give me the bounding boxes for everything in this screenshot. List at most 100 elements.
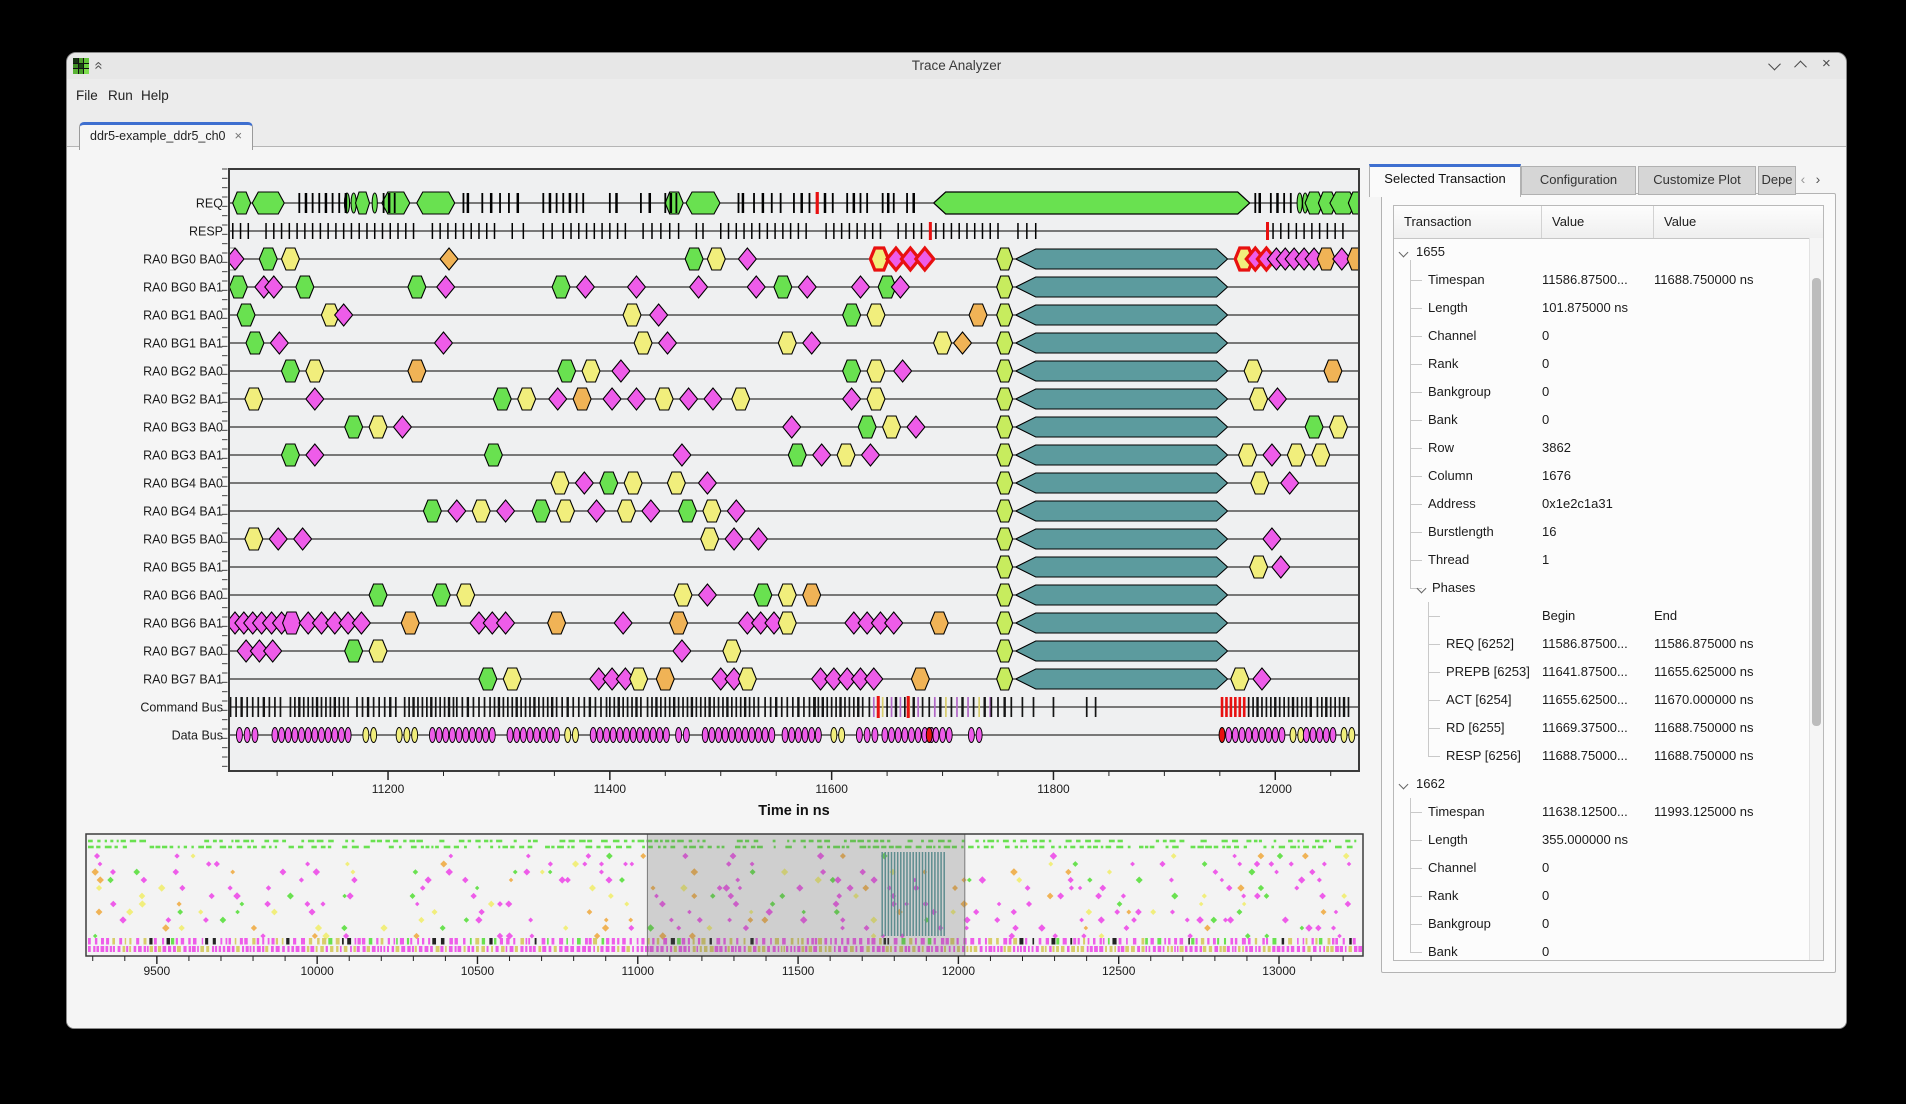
phase-shape[interactable] [245, 528, 263, 550]
bus-tick[interactable] [417, 697, 419, 717]
phase-shape[interactable] [867, 304, 885, 326]
phase-shape[interactable] [997, 332, 1013, 354]
bus-tick[interactable] [618, 697, 620, 717]
bus-tick[interactable] [826, 697, 828, 717]
minimize-button[interactable] [1770, 61, 1779, 70]
bus-tick[interactable] [635, 697, 637, 717]
phase-shape[interactable] [997, 556, 1013, 578]
bus-tick[interactable] [467, 697, 469, 717]
data-burst[interactable] [527, 728, 533, 743]
phase-shape[interactable] [843, 360, 861, 382]
bus-tick[interactable] [235, 697, 237, 717]
bus-tick[interactable] [718, 697, 720, 717]
data-burst[interactable] [1290, 728, 1296, 743]
tree-row[interactable]: Channel0 [1394, 322, 1810, 350]
phase-shape[interactable] [837, 444, 855, 466]
tab-scroll-left-icon[interactable]: ‹ [1796, 166, 1810, 193]
bus-tick[interactable] [551, 697, 553, 717]
bus-tick[interactable] [1086, 697, 1088, 717]
data-burst[interactable] [1246, 728, 1252, 743]
bus-tick[interactable] [498, 697, 500, 717]
menu-help[interactable]: Help [136, 86, 174, 106]
bus-tick[interactable] [1321, 697, 1323, 717]
bus-tick[interactable] [321, 697, 323, 717]
bus-tick[interactable] [913, 223, 915, 239]
transaction-arrow[interactable] [1016, 277, 1228, 297]
bus-tick[interactable] [973, 697, 975, 717]
bus-tick[interactable] [463, 223, 465, 239]
phase-shape[interactable] [667, 472, 685, 494]
overview-selection[interactable] [647, 834, 964, 956]
bus-tick[interactable] [265, 223, 267, 239]
data-burst[interactable] [1252, 728, 1258, 743]
bus-tick[interactable] [523, 223, 525, 239]
data-burst[interactable] [429, 728, 435, 743]
tree-row[interactable]: Channel0 [1394, 854, 1810, 882]
bus-tick[interactable] [649, 193, 652, 213]
data-burst[interactable] [1341, 728, 1347, 743]
bus-tick[interactable] [481, 193, 483, 213]
bus-tick[interactable] [609, 223, 611, 239]
data-burst[interactable] [590, 728, 596, 743]
data-burst[interactable] [1226, 728, 1232, 743]
bus-tick[interactable] [1288, 697, 1290, 717]
bus-tick[interactable] [455, 223, 457, 239]
bus-tick[interactable] [290, 697, 292, 717]
bus-tick[interactable] [798, 223, 800, 239]
bus-tick[interactable] [1297, 697, 1299, 717]
phase-shape[interactable] [1312, 444, 1330, 466]
bus-tick[interactable] [1317, 697, 1319, 717]
bus-tick[interactable] [486, 223, 488, 239]
data-burst[interactable] [716, 728, 722, 743]
tree-row[interactable]: Bankgroup0 [1394, 378, 1810, 406]
data-burst[interactable] [572, 728, 578, 743]
transaction-arrow[interactable] [1016, 669, 1228, 689]
bus-tick[interactable] [617, 223, 619, 239]
bus-tick[interactable] [274, 697, 276, 717]
phase-shape[interactable] [997, 248, 1013, 270]
data-burst[interactable] [735, 728, 741, 743]
bus-tick[interactable] [958, 223, 960, 239]
data-burst[interactable] [540, 728, 546, 743]
bus-tick[interactable] [304, 223, 306, 239]
bus-tick[interactable] [330, 697, 332, 717]
bus-tick[interactable] [832, 193, 834, 213]
phase-shape[interactable] [503, 668, 521, 690]
phase-shape[interactable] [382, 192, 410, 214]
bus-tick[interactable] [343, 223, 345, 239]
tree-row[interactable]: Bankgroup0 [1394, 910, 1810, 938]
phase-shape[interactable] [484, 444, 502, 466]
bus-tick[interactable] [263, 697, 265, 717]
bus-tick[interactable] [1266, 697, 1268, 717]
bus-tick[interactable] [422, 697, 424, 717]
bus-tick[interactable] [700, 697, 702, 717]
bus-tick[interactable] [338, 697, 340, 717]
bus-tick[interactable] [394, 193, 396, 213]
bus-tick[interactable] [651, 223, 653, 239]
bus-tick[interactable] [470, 223, 472, 239]
bus-tick[interactable] [839, 697, 841, 717]
data-burst[interactable] [483, 728, 489, 743]
data-burst[interactable] [889, 728, 895, 743]
bus-tick[interactable] [453, 697, 455, 717]
phase-shape[interactable] [548, 612, 566, 634]
data-burst[interactable] [802, 728, 808, 743]
bus-tick[interactable] [1258, 193, 1261, 213]
bus-tick[interactable] [831, 697, 833, 717]
bus-tick[interactable] [1292, 697, 1294, 717]
data-burst[interactable] [597, 728, 603, 743]
data-burst[interactable] [1232, 728, 1238, 743]
bus-tick[interactable] [983, 697, 985, 717]
bus-tick[interactable] [517, 193, 520, 213]
bus-tick[interactable] [687, 697, 689, 717]
scrollbar-thumb[interactable] [1812, 278, 1821, 726]
data-burst[interactable] [610, 728, 616, 743]
phase-shape[interactable] [1348, 192, 1366, 214]
bus-tick[interactable] [1230, 697, 1233, 717]
data-burst[interactable] [650, 728, 656, 743]
bus-tick[interactable] [356, 697, 358, 717]
bus-tick[interactable] [312, 223, 314, 239]
data-burst[interactable] [915, 728, 921, 743]
data-burst[interactable] [1349, 728, 1355, 743]
bus-tick[interactable] [600, 697, 602, 717]
